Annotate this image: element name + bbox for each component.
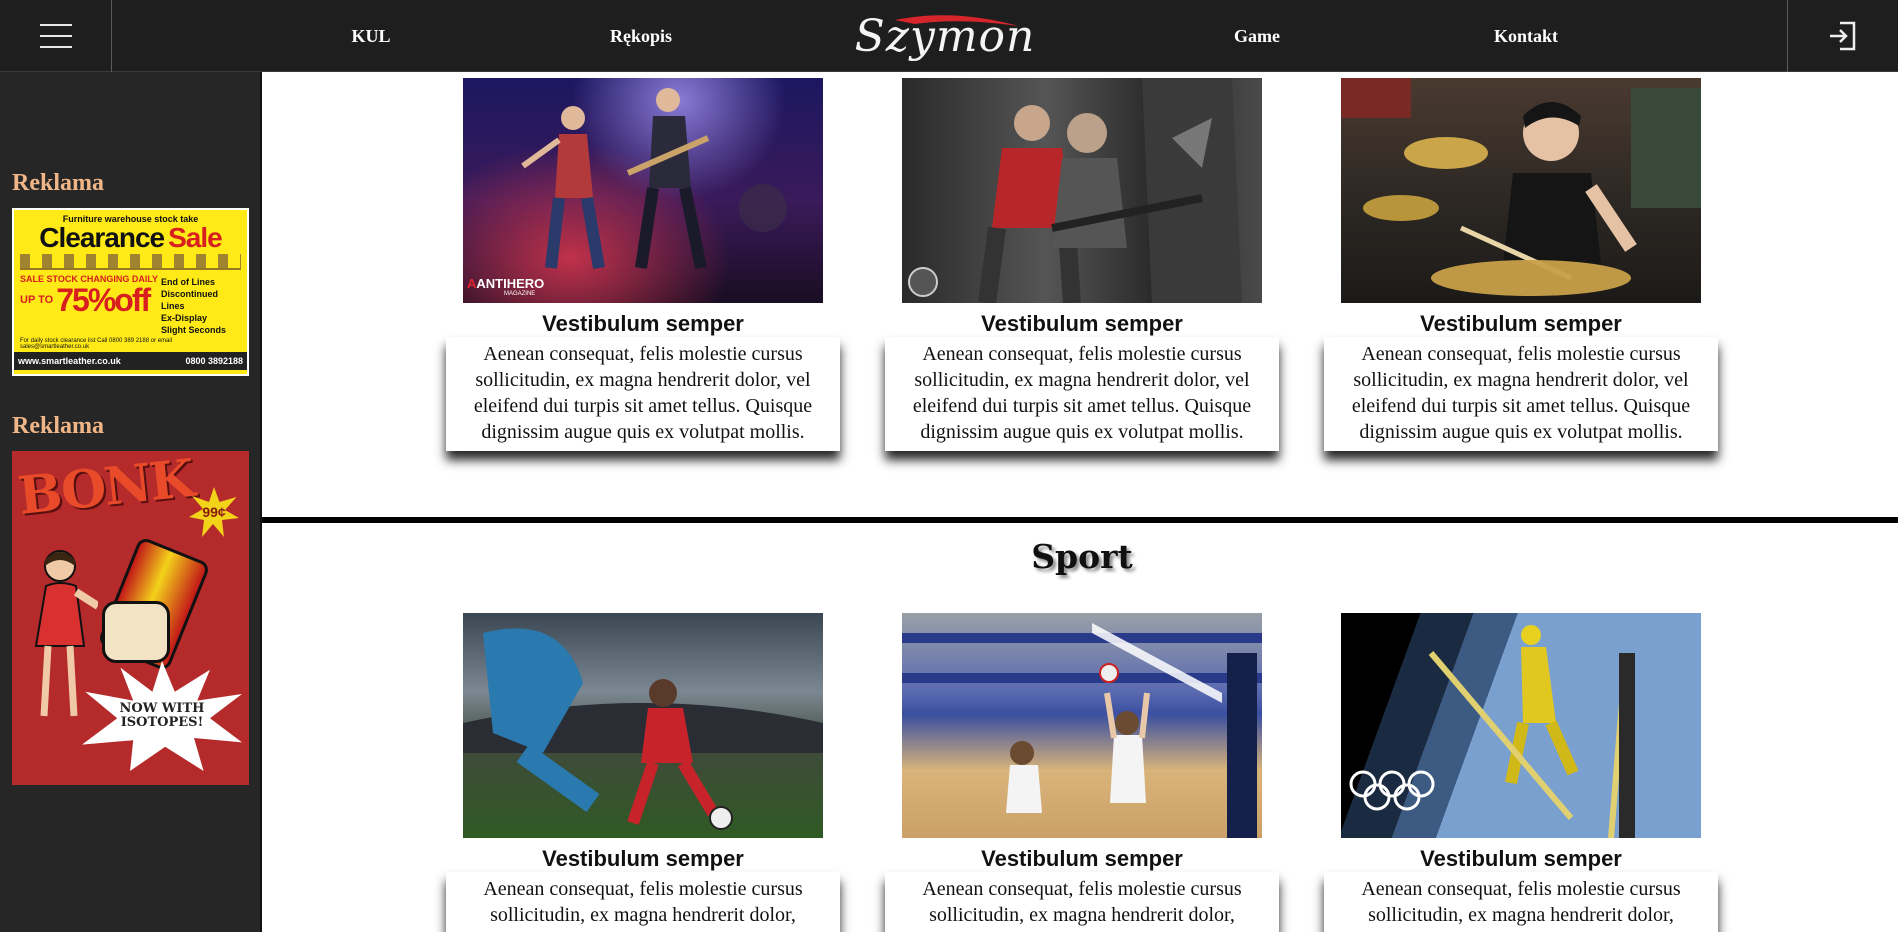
article-image[interactable]: AANTIHERO MAGAZINE (463, 78, 823, 303)
article-excerpt: Aenean consequat, felis molestie cursus … (1324, 872, 1718, 932)
sidebar: Reklama Furniture warehouse stock take C… (0, 72, 262, 932)
article-card[interactable]: Vestibulum semper Aenean consequat, feli… (885, 613, 1279, 932)
ad-bullet: Discontinued Lines (161, 289, 219, 311)
article-card[interactable]: Vestibulum semper Aenean consequat, feli… (1324, 78, 1718, 451)
article-title[interactable]: Vestibulum semper (446, 310, 840, 337)
ad-bullet-list: End of Lines Discontinued Lines Ex-Displ… (161, 274, 241, 336)
article-excerpt: Aenean consequat, felis molestie cursus … (446, 872, 840, 932)
nav-link-kul[interactable]: KUL (351, 0, 390, 72)
article-excerpt: Aenean consequat, felis molestie cursus … (1324, 337, 1718, 451)
drummer-icon (1341, 78, 1701, 296)
ad-title: Reklama (12, 413, 104, 439)
section-title: Sport (1031, 537, 1133, 576)
article-title[interactable]: Vestibulum semper (885, 845, 1279, 872)
article-image[interactable] (902, 78, 1262, 303)
isotopes-burst: NOW WITH ISOTOPES! (82, 661, 242, 771)
magazine-stamp-icon (908, 267, 938, 297)
volleyball-game-icon (902, 623, 1262, 838)
ad-bullet: End of Lines (161, 277, 215, 287)
price-burst: 99¢ (189, 487, 239, 537)
main-content: AANTIHERO MAGAZINE Vestibulum semper Aene… (262, 72, 1898, 932)
top-navigation-bar: KUL Rękopis Szymon Game Kontakt (0, 0, 1898, 72)
article-title[interactable]: Vestibulum semper (885, 310, 1279, 337)
article-image[interactable] (463, 613, 823, 838)
ad-phone: 0800 3892188 (185, 356, 243, 366)
article-image[interactable] (1341, 78, 1701, 303)
article-title[interactable]: Vestibulum semper (446, 845, 840, 872)
section-divider (262, 517, 1898, 523)
ad-headline-sale: Sale (168, 222, 223, 253)
article-image[interactable] (902, 613, 1262, 838)
article-title[interactable]: Vestibulum semper (1324, 845, 1718, 872)
ad-website: www.smartleather.co.uk (18, 356, 121, 366)
football-players-icon (463, 628, 823, 830)
article-excerpt: Aenean consequat, felis molestie cursus … (885, 337, 1279, 451)
menu-button[interactable] (0, 0, 112, 72)
login-icon (1830, 21, 1856, 51)
article-excerpt: Aenean consequat, felis molestie cursus … (446, 337, 840, 451)
ad-footer-text: For daily stock clearance list Call 0800… (20, 338, 173, 350)
article-title[interactable]: Vestibulum semper (1324, 310, 1718, 337)
watermark-sub: MAGAZINE (503, 291, 536, 297)
olympic-rings-icon (1349, 770, 1435, 811)
article-image[interactable] (1341, 613, 1701, 838)
article-card[interactable]: Vestibulum semper Aenean consequat, feli… (1324, 613, 1718, 932)
article-card[interactable]: Vestibulum semper Aenean consequat, feli… (446, 613, 840, 932)
ad-up-to: UP TO (20, 293, 54, 306)
singer-guitarist-icon (978, 78, 1242, 303)
band-concert-icon (521, 88, 787, 270)
bonk-logo: BONK (15, 451, 196, 527)
hamburger-icon (39, 24, 72, 48)
site-logo[interactable]: Szymon (855, 0, 1036, 72)
fist-icon (102, 601, 170, 663)
nav-link-rekopis[interactable]: Rękopis (610, 0, 672, 72)
furniture-icon (20, 254, 241, 270)
ad-discount: 75%off (56, 282, 151, 318)
ad-banner-clearance-sale[interactable]: Furniture warehouse stock take Clearance… (12, 208, 249, 376)
bonk-tagline: ISOTOPES! (120, 715, 204, 730)
logo-text: Szymon (854, 10, 1036, 62)
ad-title: Reklama (12, 170, 104, 196)
nav-link-kontakt[interactable]: Kontakt (1494, 0, 1558, 72)
nav-link-game[interactable]: Game (1234, 0, 1280, 72)
ad-banner-bonk[interactable]: BONK 99¢ NOW WITH ISOTOPES! (12, 451, 249, 785)
article-card[interactable]: AANTIHERO MAGAZINE Vestibulum semper Aene… (446, 78, 840, 451)
article-card[interactable]: Vestibulum semper Aenean consequat, feli… (885, 78, 1279, 451)
cartoon-girl-icon (34, 550, 98, 717)
ad-bullet: Slight Seconds (161, 325, 227, 335)
bonk-tagline: NOW WITH (119, 701, 205, 716)
ad-bullet: Ex-Display (161, 313, 208, 323)
watermark: ANTIHERO (476, 276, 545, 291)
ad-headline: Clearance (39, 222, 165, 253)
login-button[interactable] (1787, 0, 1898, 72)
article-excerpt: Aenean consequat, felis molestie cursus … (885, 872, 1279, 932)
